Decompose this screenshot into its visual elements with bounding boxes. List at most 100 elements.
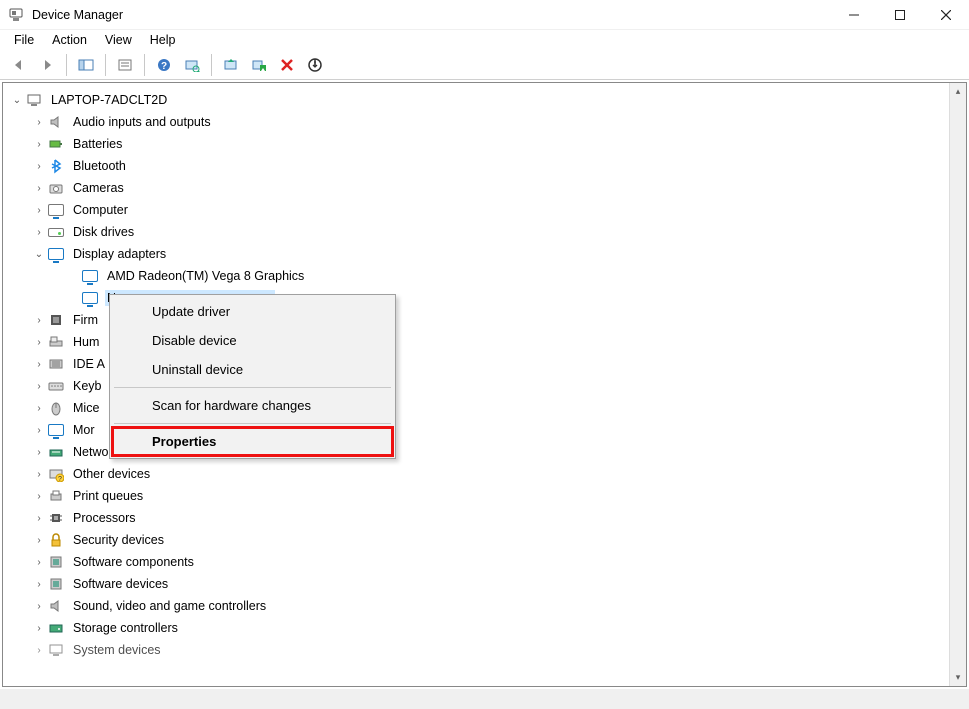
ctx-uninstall-device[interactable]: Uninstall device [112, 355, 393, 384]
ctx-properties[interactable]: Properties [112, 427, 393, 456]
tree-node-other[interactable]: › ? Other devices [7, 463, 947, 485]
ctx-update-driver[interactable]: Update driver [112, 297, 393, 326]
title-bar: Device Manager [0, 0, 969, 30]
expander-icon[interactable]: › [31, 114, 47, 130]
expander-icon[interactable]: › [31, 532, 47, 548]
node-label: Bluetooth [71, 158, 128, 174]
expander-icon[interactable]: › [31, 510, 47, 526]
scroll-track[interactable] [950, 100, 966, 669]
expander-icon[interactable]: › [31, 224, 47, 240]
bluetooth-icon [47, 158, 65, 174]
expander-icon[interactable]: › [31, 158, 47, 174]
tree-node-system[interactable]: › System devices [7, 639, 947, 661]
enable-device-button[interactable] [246, 53, 272, 77]
svg-text:?: ? [58, 476, 62, 482]
menu-help[interactable]: Help [142, 31, 184, 49]
monitor-icon [47, 422, 65, 438]
expander-icon[interactable]: › [31, 576, 47, 592]
tree-node-disk[interactable]: › Disk drives [7, 221, 947, 243]
ctx-disable-device[interactable]: Disable device [112, 326, 393, 355]
expander-icon[interactable]: › [31, 136, 47, 152]
tree-node-swdev[interactable]: › Software devices [7, 573, 947, 595]
expander-icon[interactable]: › [31, 642, 47, 658]
node-label: Hum [71, 334, 101, 350]
display-adapter-icon [81, 290, 99, 306]
expander-icon[interactable]: › [31, 400, 47, 416]
menu-action[interactable]: Action [44, 31, 95, 49]
properties-button[interactable] [112, 53, 138, 77]
update-driver-button[interactable] [218, 53, 244, 77]
speaker-icon [47, 598, 65, 614]
scroll-down-arrow[interactable]: ▾ [950, 669, 966, 686]
scroll-up-arrow[interactable]: ▴ [950, 83, 966, 100]
scan-hardware-button[interactable] [179, 53, 205, 77]
show-hide-console-button[interactable] [73, 53, 99, 77]
ctx-scan-hardware[interactable]: Scan for hardware changes [112, 391, 393, 420]
svg-text:?: ? [161, 61, 167, 72]
node-label: Computer [71, 202, 130, 218]
ctx-separator [114, 387, 391, 388]
tree-node-display[interactable]: ⌄ Display adapters [7, 243, 947, 265]
menu-file[interactable]: File [6, 31, 42, 49]
node-label: LAPTOP-7ADCLT2D [49, 92, 169, 108]
monitor-icon [47, 202, 65, 218]
close-button[interactable] [923, 0, 969, 30]
node-label: Cameras [71, 180, 126, 196]
device-tree[interactable]: ⌄ LAPTOP-7ADCLT2D › Audio inputs and out… [3, 83, 949, 686]
back-button[interactable] [6, 53, 32, 77]
expander-icon[interactable]: › [31, 554, 47, 570]
tree-node-security[interactable]: › Security devices [7, 529, 947, 551]
chip-icon [47, 312, 65, 328]
expander-icon[interactable]: › [31, 180, 47, 196]
expander-icon[interactable]: › [31, 356, 47, 372]
disable-device-button[interactable] [302, 53, 328, 77]
node-label: Firm [71, 312, 100, 328]
expander-icon[interactable]: ⌄ [31, 246, 47, 262]
battery-icon [47, 136, 65, 152]
expander-icon[interactable]: › [31, 202, 47, 218]
expander-icon[interactable]: › [31, 466, 47, 482]
help-button[interactable]: ? [151, 53, 177, 77]
forward-button[interactable] [34, 53, 60, 77]
component-icon [47, 576, 65, 592]
vertical-scrollbar[interactable]: ▴ ▾ [949, 83, 966, 686]
node-label: Mor [71, 422, 97, 438]
expander-icon[interactable]: › [31, 598, 47, 614]
node-label: IDE A [71, 356, 107, 372]
expander-icon[interactable]: › [31, 312, 47, 328]
tree-node-audio[interactable]: › Audio inputs and outputs [7, 111, 947, 133]
hid-icon [47, 334, 65, 350]
tree-node-processors[interactable]: › Processors [7, 507, 947, 529]
node-label: Sound, video and game controllers [71, 598, 268, 614]
expander-icon[interactable]: › [31, 488, 47, 504]
node-label: System devices [71, 642, 163, 658]
uninstall-device-button[interactable] [274, 53, 300, 77]
expander-icon[interactable]: › [31, 444, 47, 460]
lock-icon [47, 532, 65, 548]
tree-node-batteries[interactable]: › Batteries [7, 133, 947, 155]
node-label: Audio inputs and outputs [71, 114, 213, 130]
tree-node-print[interactable]: › Print queues [7, 485, 947, 507]
tree-node-computer[interactable]: › Computer [7, 199, 947, 221]
maximize-button[interactable] [877, 0, 923, 30]
expander-icon[interactable]: › [31, 620, 47, 636]
tree-node-display-amd[interactable]: › AMD Radeon(TM) Vega 8 Graphics [7, 265, 947, 287]
mouse-icon [47, 400, 65, 416]
content-area: ⌄ LAPTOP-7ADCLT2D › Audio inputs and out… [2, 82, 967, 687]
tree-node-swcomp[interactable]: › Software components [7, 551, 947, 573]
speaker-icon [47, 114, 65, 130]
network-icon [47, 444, 65, 460]
node-label: Keyb [71, 378, 104, 394]
node-label: Display adapters [71, 246, 168, 262]
expander-icon[interactable]: ⌄ [9, 92, 25, 108]
tree-node-storage[interactable]: › Storage controllers [7, 617, 947, 639]
minimize-button[interactable] [831, 0, 877, 30]
tree-node-sound[interactable]: › Sound, video and game controllers [7, 595, 947, 617]
tree-node-cameras[interactable]: › Cameras [7, 177, 947, 199]
tree-node-bluetooth[interactable]: › Bluetooth [7, 155, 947, 177]
tree-root[interactable]: ⌄ LAPTOP-7ADCLT2D [7, 89, 947, 111]
menu-view[interactable]: View [97, 31, 140, 49]
expander-icon[interactable]: › [31, 422, 47, 438]
expander-icon[interactable]: › [31, 334, 47, 350]
expander-icon[interactable]: › [31, 378, 47, 394]
